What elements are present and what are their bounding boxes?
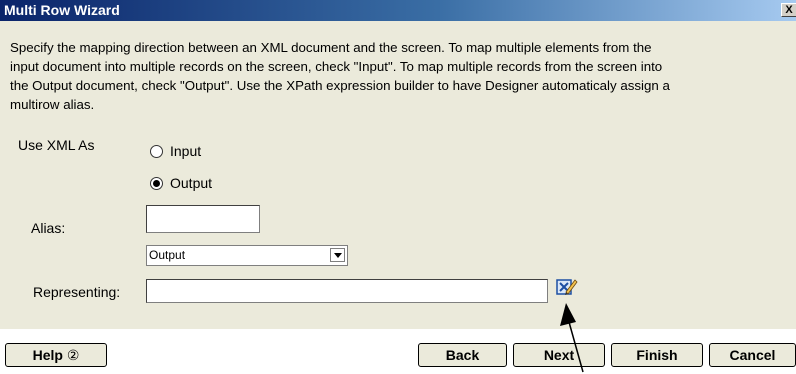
callout-arrow (560, 303, 584, 373)
multi-row-wizard-dialog: Multi Row Wizard X Specify the mapping d… (0, 0, 796, 374)
